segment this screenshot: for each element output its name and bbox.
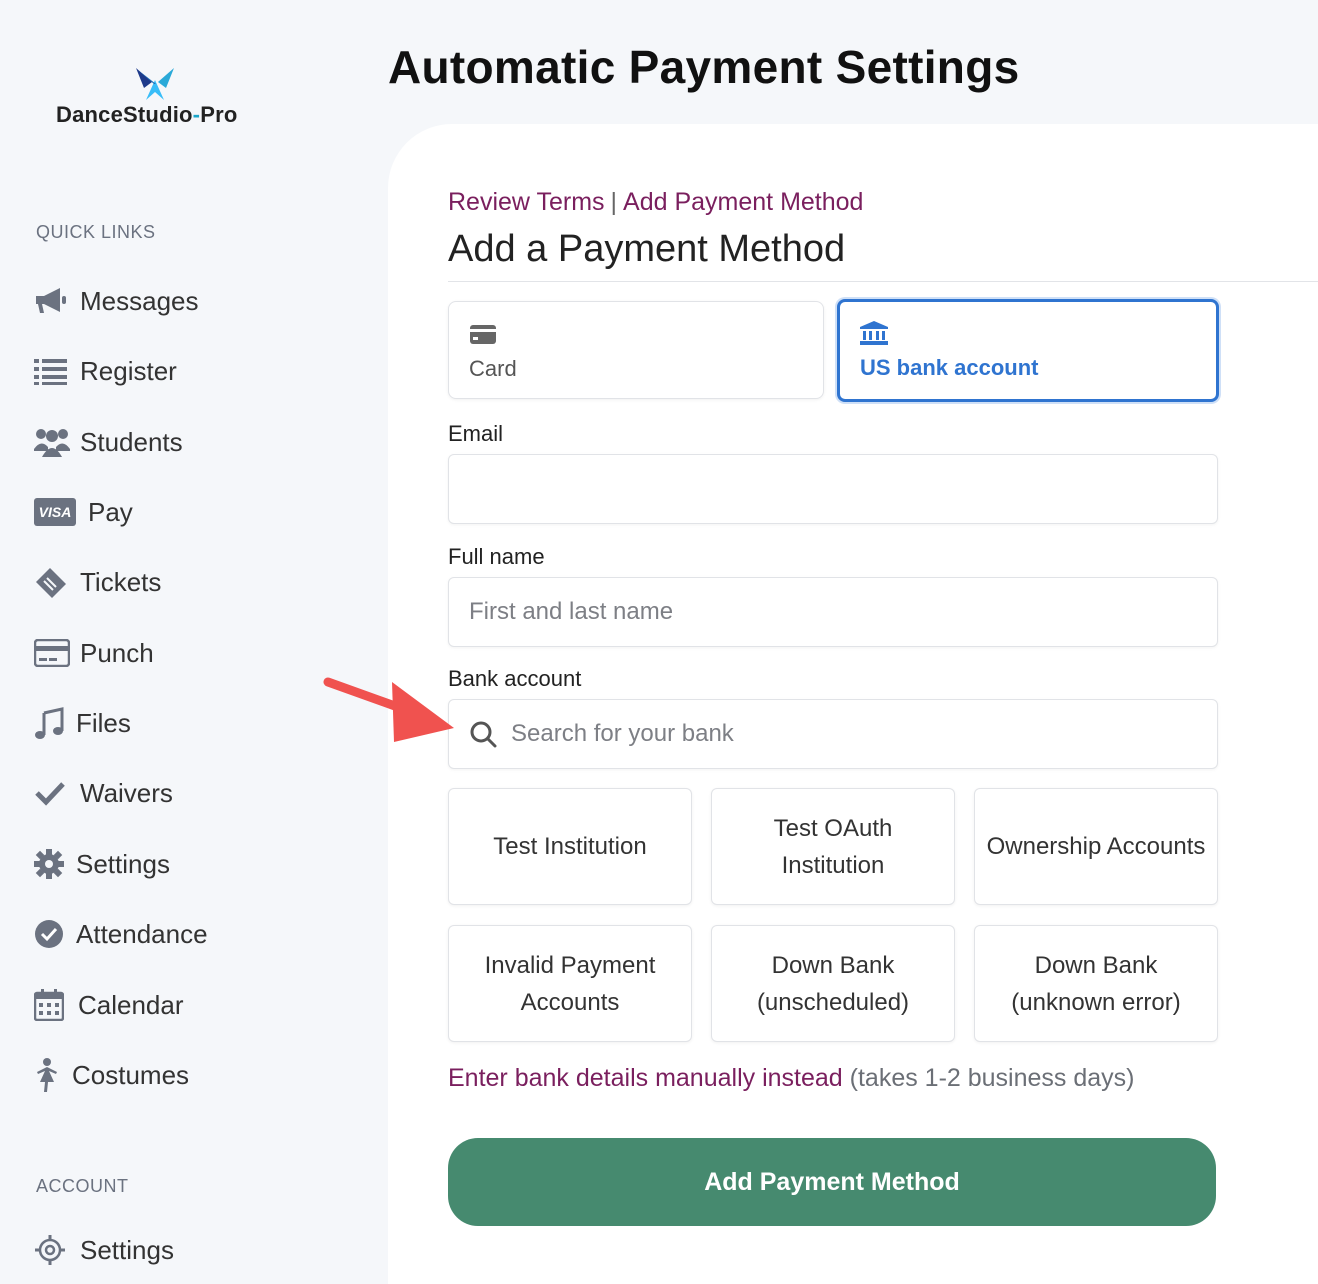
email-label: Email xyxy=(448,421,504,446)
sidebar-item-label: Messages xyxy=(80,285,199,316)
sidebar-item-files[interactable]: Files xyxy=(34,703,131,743)
sidebar-item-calendar[interactable]: Calendar xyxy=(34,985,184,1025)
page-title: Automatic Payment Settings xyxy=(388,41,1020,93)
credit-card-icon xyxy=(34,637,70,669)
brand-logo-icon xyxy=(136,68,174,100)
payment-form-panel: Review Terms | Add Payment Method Add a Pa… xyxy=(388,124,1318,1284)
email-field[interactable] xyxy=(448,454,1218,524)
sidebar-item-label: Calendar xyxy=(78,989,184,1020)
sidebar-item-label: Settings xyxy=(76,848,170,879)
sidebar-item-label: Attendance xyxy=(76,918,208,949)
megaphone-icon xyxy=(34,285,70,317)
bank-tile[interactable]: Down Bank (unknown error) xyxy=(974,925,1218,1042)
breadcrumb-review-terms[interactable]: Review Terms xyxy=(448,188,605,216)
gear-outline-icon xyxy=(34,1234,70,1266)
check-circle-icon xyxy=(34,918,66,950)
music-note-icon xyxy=(34,707,66,739)
quick-links-heading: QUICK LINKS xyxy=(36,222,156,242)
bank-tile[interactable]: Test Institution xyxy=(448,788,692,905)
visa-card-icon: VISA xyxy=(34,496,78,528)
sidebar-item-label: Pay xyxy=(88,496,133,527)
bank-search-placeholder: Search for your bank xyxy=(511,720,734,747)
bank-search-input[interactable]: Search for your bank xyxy=(448,699,1218,769)
full-name-placeholder: First and last name xyxy=(469,598,674,625)
svg-text:VISA: VISA xyxy=(39,504,72,520)
tab-us-bank-account[interactable]: US bank account xyxy=(837,299,1219,402)
bank-icon xyxy=(860,321,888,345)
add-payment-method-button[interactable]: Add Payment Method xyxy=(448,1138,1216,1226)
sidebar-item-label: Tickets xyxy=(80,566,162,597)
brand-logo[interactable]: DanceStudio-Pro xyxy=(56,62,256,132)
sidebar-item-students[interactable]: Students xyxy=(34,422,183,462)
full-name-field[interactable]: First and last name xyxy=(448,577,1218,647)
sidebar-item-label: Costumes xyxy=(72,1059,190,1090)
sidebar-item-account-settings[interactable]: Settings xyxy=(34,1230,174,1270)
manual-entry-row: Enter bank details manually instead (tak… xyxy=(448,1064,1135,1093)
divider xyxy=(448,281,1318,282)
sidebar: DanceStudio-Pro QUICK LINKS Messages Reg… xyxy=(0,0,386,1265)
calendar-icon xyxy=(34,989,68,1021)
sidebar-item-label: Files xyxy=(76,707,131,738)
sidebar-item-messages[interactable]: Messages xyxy=(34,281,199,321)
bank-tile[interactable]: Invalid Payment Accounts xyxy=(448,925,692,1042)
brand-name: DanceStudio-Pro xyxy=(56,102,238,127)
account-heading: ACCOUNT xyxy=(36,1176,129,1196)
breadcrumb-add-payment-method[interactable]: Add Payment Method xyxy=(623,188,863,216)
ticket-icon xyxy=(34,566,70,598)
checkmark-icon xyxy=(34,777,70,809)
sidebar-item-label: Settings xyxy=(80,1234,174,1265)
users-icon xyxy=(34,426,70,458)
bank-tile[interactable]: Ownership Accounts xyxy=(974,788,1218,905)
sidebar-item-label: Punch xyxy=(80,637,154,668)
sidebar-item-label: Waivers xyxy=(80,777,173,808)
card-icon xyxy=(470,325,496,344)
manual-entry-note: (takes 1-2 business days) xyxy=(849,1064,1135,1092)
form-title: Add a Payment Method xyxy=(448,228,846,270)
dancer-icon xyxy=(34,1058,62,1092)
sidebar-item-waivers[interactable]: Waivers xyxy=(34,773,173,813)
sidebar-item-attendance[interactable]: Attendance xyxy=(34,914,208,954)
tab-card-label: Card xyxy=(469,356,517,381)
sidebar-item-costumes[interactable]: Costumes xyxy=(34,1055,189,1095)
sidebar-item-label: Register xyxy=(80,355,177,386)
manual-entry-link[interactable]: Enter bank details manually instead xyxy=(448,1064,843,1092)
tab-us-bank-account-label: US bank account xyxy=(860,355,1039,380)
full-name-label: Full name xyxy=(448,544,545,569)
sidebar-item-punch[interactable]: Punch xyxy=(34,633,154,673)
tab-card[interactable]: Card xyxy=(448,301,824,399)
gear-icon xyxy=(34,848,66,880)
sidebar-item-pay[interactable]: VISA Pay xyxy=(34,492,133,532)
annotation-arrow-icon xyxy=(323,677,454,742)
bank-tile[interactable]: Down Bank (unscheduled) xyxy=(711,925,955,1042)
breadcrumb-separator: | xyxy=(610,188,618,216)
bank-tile[interactable]: Test OAuth Institution xyxy=(711,788,955,905)
search-icon xyxy=(470,721,497,748)
bank-account-label: Bank account xyxy=(448,666,582,691)
sidebar-item-register[interactable]: Register xyxy=(34,351,177,391)
list-icon xyxy=(34,355,70,387)
sidebar-item-settings[interactable]: Settings xyxy=(34,844,170,884)
breadcrumb: Review Terms | Add Payment Method xyxy=(448,188,863,217)
sidebar-item-tickets[interactable]: Tickets xyxy=(34,562,161,602)
sidebar-item-label: Students xyxy=(80,426,183,457)
